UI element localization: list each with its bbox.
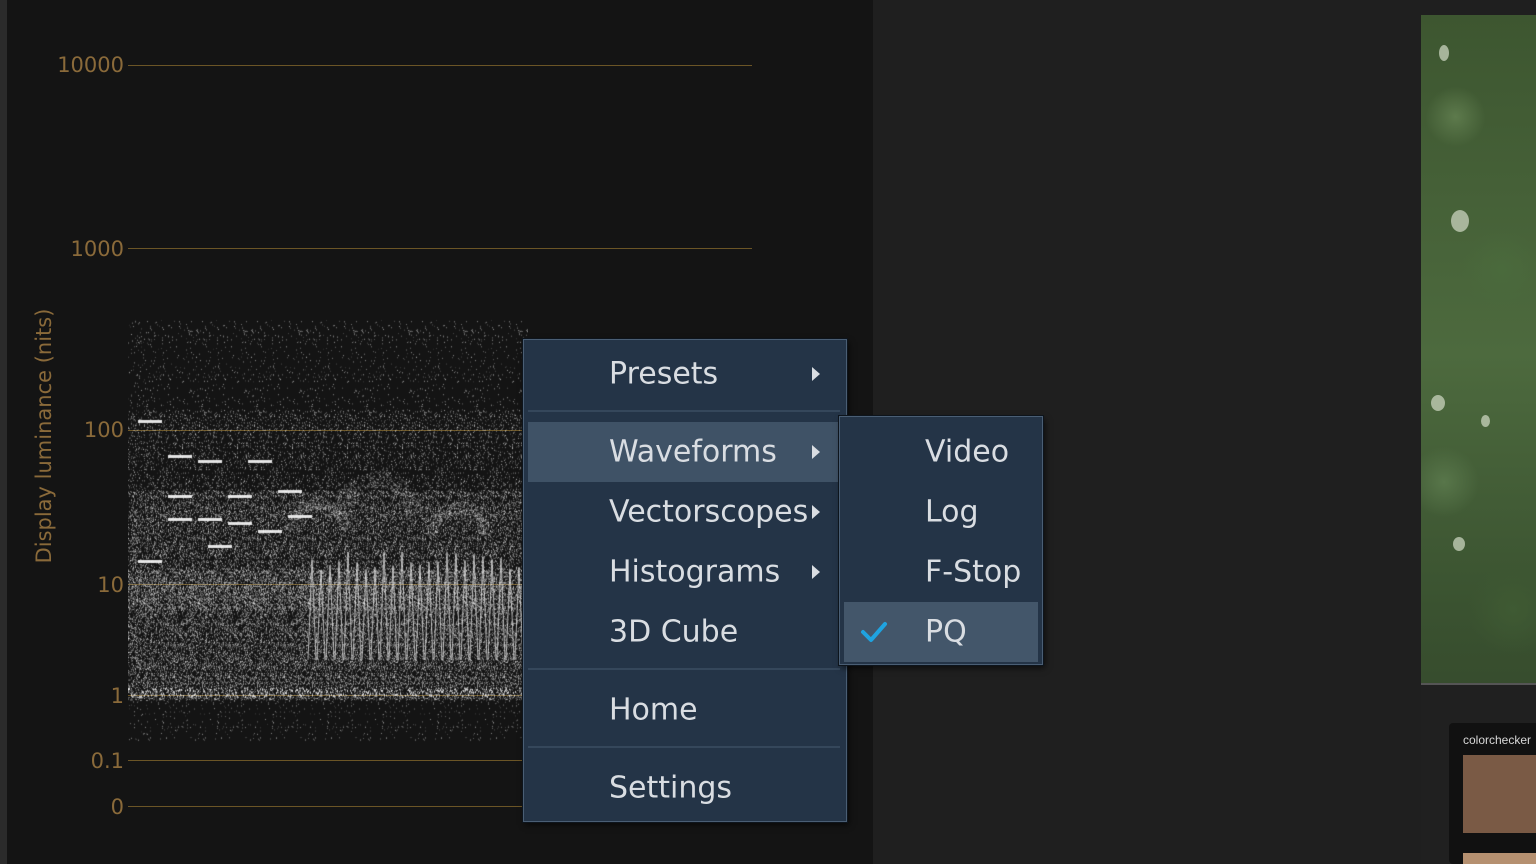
waveforms-submenu: Video Log F-Stop PQ: [839, 416, 1043, 665]
menu-item-label: Settings: [609, 770, 733, 806]
menu-item-waveforms[interactable]: Waveforms: [528, 422, 838, 482]
colorchecker-label: colorchecker: [1463, 733, 1532, 747]
waveform-trace: [128, 260, 528, 770]
submenu-item-label: PQ: [925, 614, 967, 650]
video-viewer[interactable]: colorchecker: [1421, 15, 1536, 864]
tick-label: 10: [97, 573, 124, 597]
gridline-1000: [128, 248, 752, 249]
tick-label: 1: [110, 684, 124, 708]
colorchecker-chart: colorchecker: [1449, 723, 1536, 864]
colorchecker-patch: [1463, 853, 1536, 864]
menu-separator: [528, 410, 840, 412]
foliage-highlight: [1481, 415, 1490, 427]
submenu-item-log[interactable]: Log: [844, 482, 1038, 542]
submenu-arrow-icon: [812, 565, 820, 579]
tick-label: 0.1: [90, 749, 124, 773]
menu-item-home[interactable]: Home: [528, 680, 838, 740]
menu-item-vectorscopes[interactable]: Vectorscopes: [528, 482, 838, 542]
foliage-highlight: [1451, 210, 1469, 232]
menu-item-presets[interactable]: Presets: [528, 344, 838, 404]
checkmark-icon: [861, 622, 887, 642]
menu-item-label: Home: [609, 692, 698, 728]
submenu-item-pq[interactable]: PQ: [844, 602, 1038, 662]
foliage-highlight: [1453, 537, 1465, 551]
submenu-arrow-icon: [812, 367, 820, 381]
menu-item-label: Presets: [609, 356, 719, 392]
submenu-arrow-icon: [812, 505, 820, 519]
tick-label: 0: [110, 795, 124, 819]
menu-item-label: Waveforms: [609, 434, 777, 470]
menu-item-label: 3D Cube: [609, 614, 739, 650]
foliage-highlight: [1439, 45, 1449, 61]
menu-separator: [528, 668, 840, 670]
context-menu: Presets Waveforms Vectorscopes Histogram…: [523, 339, 847, 822]
menu-item-histograms[interactable]: Histograms: [528, 542, 838, 602]
submenu-item-label: Log: [925, 494, 979, 530]
submenu-arrow-icon: [812, 445, 820, 459]
gridline-10000: [128, 65, 752, 66]
menu-item-label: Vectorscopes: [609, 494, 809, 530]
submenu-item-label: F-Stop: [925, 554, 1022, 590]
submenu-item-label: Video: [925, 434, 1010, 470]
submenu-item-video[interactable]: Video: [844, 422, 1038, 482]
tick-label: 100: [83, 418, 124, 442]
tick-label: 1000: [70, 237, 124, 261]
menu-item-3d-cube[interactable]: 3D Cube: [528, 602, 838, 662]
menu-item-settings[interactable]: Settings: [528, 758, 838, 818]
menu-item-label: Histograms: [609, 554, 781, 590]
foliage-highlight: [1431, 395, 1445, 411]
tick-label: 10000: [57, 53, 124, 77]
y-axis-title: Display luminance (nits): [32, 308, 56, 564]
colorchecker-patch: [1463, 755, 1536, 833]
menu-separator: [528, 746, 840, 748]
window-edge: [0, 0, 7, 864]
submenu-item-f-stop[interactable]: F-Stop: [844, 542, 1038, 602]
